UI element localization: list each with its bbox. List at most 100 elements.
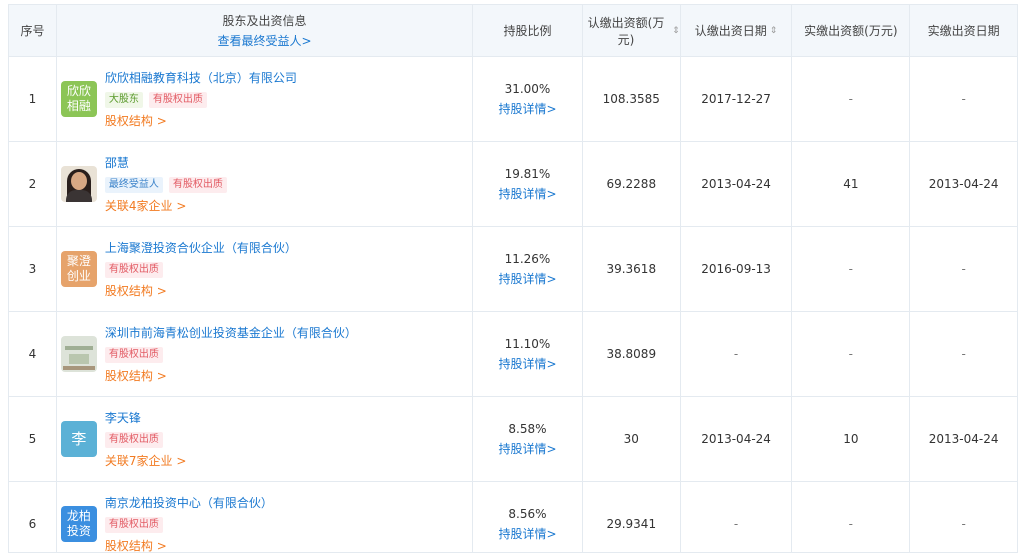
header-info-title: 股东及出资信息 (222, 14, 307, 28)
share-ratio: 8.56% (508, 506, 547, 521)
tag-ultimate-beneficiary: 最终受益人 (104, 176, 163, 193)
share-ratio: 11.26% (504, 251, 551, 266)
paid-amount: 10 (792, 397, 911, 481)
tag-equity-pledge[interactable]: 有股权出质 (104, 516, 163, 533)
company-logo: 龙柏投资 (60, 506, 97, 542)
ratio-cell: 31.00% 持股详情> (473, 57, 583, 141)
subscribed-amount: 29.9341 (583, 482, 681, 552)
subscribed-amount: 69.2288 (583, 142, 681, 226)
header-ratio: 持股比例 (473, 5, 583, 56)
row-index: 4 (9, 312, 57, 396)
header-info: 股东及出资信息 查看最终受益人> (57, 5, 474, 56)
shareholder-info: 李 李天锋 有股权出质 关联7家企业 > (57, 397, 474, 481)
subscribed-date: 2016-09-13 (681, 227, 793, 311)
sort-icon[interactable]: ⇕ (672, 26, 680, 36)
shareholder-info: 欣欣相融 欣欣相融教育科技（北京）有限公司 大股东 有股权出质 股权结构 > (57, 57, 474, 141)
table-row: 6 龙柏投资 南京龙柏投资中心（有限合伙） 有股权出质 股权结构 > 8.56%… (9, 482, 1017, 553)
subscribed-amount: 108.3585 (583, 57, 681, 141)
shareholder-info: 聚澄创业 上海聚澄投资合伙企业（有限合伙） 有股权出质 股权结构 > (57, 227, 474, 311)
paid-amount: - (792, 312, 911, 396)
paid-date: - (961, 262, 966, 276)
shareholder-info: 深圳市前海青松创业投资基金企业（有限合伙） 有股权出质 股权结构 > (57, 312, 474, 396)
header-index: 序号 (9, 5, 57, 56)
company-logo: 聚澄创业 (60, 251, 97, 287)
table-row: 4 深圳市前海青松创业投资基金企业（有限合伙） 有股权出质 股权结构 > 11.… (9, 312, 1017, 397)
table-row: 1 欣欣相融 欣欣相融教育科技（北京）有限公司 大股东 有股权出质 股权结构 >… (9, 57, 1017, 142)
holding-detail-link[interactable]: 持股详情> (498, 355, 556, 372)
share-ratio: 8.58% (508, 421, 547, 436)
equity-structure-link[interactable]: 股权结构 > (105, 538, 167, 553)
table-row: 2 邵慧 最终受益人 有股权出质 关联4家企业 > 19.81% 持股详情> 6… (9, 142, 1017, 227)
subscribed-amount: 30 (583, 397, 681, 481)
shareholder-name-link[interactable]: 李天锋 (105, 410, 141, 427)
holding-detail-link[interactable]: 持股详情> (498, 100, 556, 117)
share-ratio: 31.00% (504, 81, 551, 96)
header-amount-label: 认缴出资额(万元) (587, 15, 665, 47)
ratio-cell: 11.10% 持股详情> (473, 312, 583, 396)
holding-detail-link[interactable]: 持股详情> (498, 525, 556, 542)
row-index: 1 (9, 57, 57, 141)
tag-equity-pledge[interactable]: 有股权出质 (104, 261, 163, 278)
header-paid-date: 实缴出资日期 (927, 24, 1000, 38)
shareholder-name-link[interactable]: 南京龙柏投资中心（有限合伙） (105, 495, 273, 512)
table-row: 3 聚澄创业 上海聚澄投资合伙企业（有限合伙） 有股权出质 股权结构 > 11.… (9, 227, 1017, 312)
header-date[interactable]: 认缴出资日期 ⇕ (681, 5, 793, 56)
share-ratio: 19.81% (504, 166, 551, 181)
shareholder-table: 序号 股东及出资信息 查看最终受益人> 持股比例 认缴出资额(万元) ⇕ 认缴出资… (8, 4, 1018, 553)
shareholder-name-link[interactable]: 邵慧 (105, 155, 129, 172)
table-header: 序号 股东及出资信息 查看最终受益人> 持股比例 认缴出资额(万元) ⇕ 认缴出资… (9, 5, 1017, 57)
equity-structure-link[interactable]: 股权结构 > (105, 113, 167, 129)
holding-detail-link[interactable]: 持股详情> (498, 440, 556, 457)
row-index: 3 (9, 227, 57, 311)
shareholder-name-link[interactable]: 深圳市前海青松创业投资基金企业（有限合伙） (105, 325, 357, 342)
header-amount[interactable]: 认缴出资额(万元) ⇕ (583, 5, 681, 56)
shareholder-name-link[interactable]: 上海聚澄投资合伙企业（有限合伙） (105, 240, 297, 257)
equity-structure-link[interactable]: 股权结构 > (105, 283, 167, 299)
subscribed-date: - (681, 312, 793, 396)
company-logo: 欣欣相融 (60, 81, 97, 117)
paid-amount: 41 (792, 142, 911, 226)
table-row: 5 李 李天锋 有股权出质 关联7家企业 > 8.58% 持股详情> 30 20… (9, 397, 1017, 482)
shareholder-name-link[interactable]: 欣欣相融教育科技（北京）有限公司 (105, 70, 297, 87)
header-date-label: 认缴出资日期 (694, 24, 767, 38)
paid-date: - (961, 92, 966, 106)
header-paid: 实缴出资额(万元) (792, 5, 911, 56)
related-companies-link[interactable]: 关联4家企业 > (105, 198, 187, 214)
subscribed-date: 2013-04-24 (681, 397, 793, 481)
subscribed-date: 2013-04-24 (681, 142, 793, 226)
ratio-cell: 8.58% 持股详情> (473, 397, 583, 481)
tag-equity-pledge[interactable]: 有股权出质 (148, 91, 207, 108)
paid-amount: - (792, 482, 911, 552)
holding-detail-link[interactable]: 持股详情> (498, 185, 556, 202)
tag-equity-pledge[interactable]: 有股权出质 (104, 431, 163, 448)
sort-icon[interactable]: ⇕ (770, 26, 778, 36)
share-ratio: 11.10% (504, 336, 551, 351)
view-beneficiary-link[interactable]: 查看最终受益人> (217, 32, 311, 49)
subscribed-amount: 39.3618 (583, 227, 681, 311)
person-initial-avatar: 李 (60, 421, 97, 457)
tag-equity-pledge[interactable]: 有股权出质 (168, 176, 227, 193)
related-companies-link[interactable]: 关联7家企业 > (105, 453, 187, 469)
shareholder-info: 龙柏投资 南京龙柏投资中心（有限合伙） 有股权出质 股权结构 > (57, 482, 474, 553)
paid-date: - (961, 517, 966, 531)
paid-amount: - (792, 227, 911, 311)
ratio-cell: 19.81% 持股详情> (473, 142, 583, 226)
paid-date: - (961, 347, 966, 361)
subscribed-amount: 38.8089 (583, 312, 681, 396)
paid-amount: - (792, 57, 911, 141)
paid-date: 2013-04-24 (928, 432, 999, 446)
subscribed-date: - (681, 482, 793, 552)
tag-equity-pledge[interactable]: 有股权出质 (104, 346, 163, 363)
row-index: 2 (9, 142, 57, 226)
holding-detail-link[interactable]: 持股详情> (498, 270, 556, 287)
company-photo-logo (60, 336, 97, 372)
row-index: 6 (9, 482, 57, 552)
tag-major-shareholder: 大股东 (104, 91, 143, 108)
equity-structure-link[interactable]: 股权结构 > (105, 368, 167, 384)
row-index: 5 (9, 397, 57, 481)
paid-date: 2013-04-24 (928, 177, 999, 191)
ratio-cell: 8.56% 持股详情> (473, 482, 583, 552)
shareholder-info: 邵慧 最终受益人 有股权出质 关联4家企业 > (57, 142, 474, 226)
person-photo-avatar (60, 166, 97, 202)
subscribed-date: 2017-12-27 (681, 57, 793, 141)
